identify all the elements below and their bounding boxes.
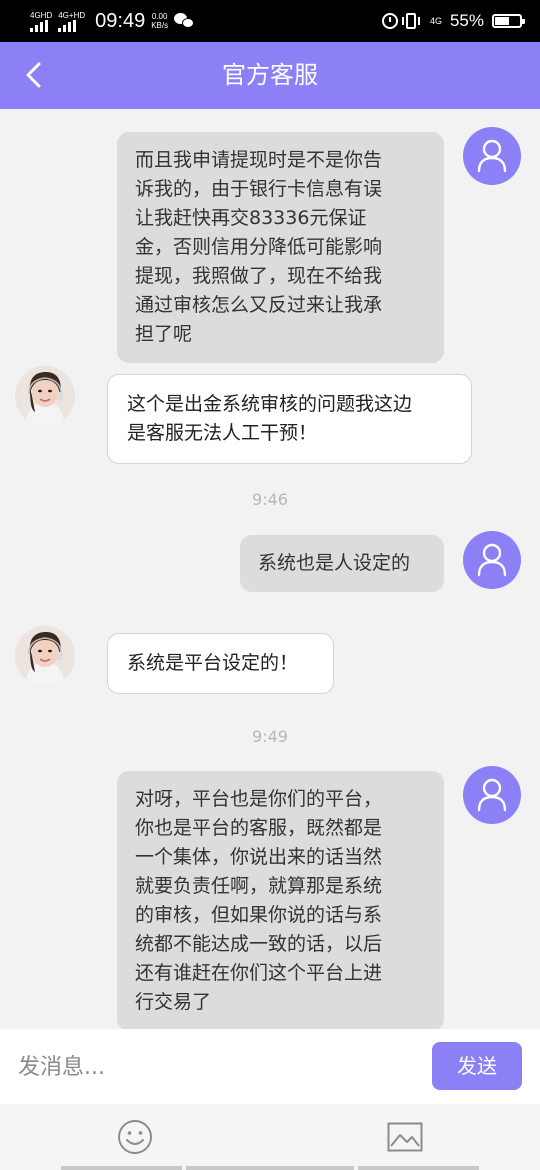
network-speed: 0.00 KB/s — [151, 12, 168, 30]
vibrate-icon — [401, 13, 420, 29]
send-button[interactable]: 发送 — [432, 1042, 522, 1090]
message-line: 就要负责任啊，就算那是系统 — [135, 875, 383, 897]
message-line: 的审核，但如果你说的话与系 — [135, 904, 383, 926]
message-line: 行交易了 — [135, 991, 212, 1013]
emoji-icon — [118, 1120, 152, 1154]
agent-avatar[interactable] — [15, 626, 75, 686]
message-timestamp: 9:46 — [252, 490, 288, 509]
user-avatar[interactable] — [463, 766, 521, 824]
user-avatar[interactable] — [463, 531, 521, 589]
speed-unit: KB/s — [151, 21, 169, 30]
tab-indicator — [358, 1166, 479, 1170]
alarm-icon — [381, 13, 398, 29]
emoji-button[interactable] — [117, 1119, 153, 1155]
message-line: 你也是平台的客服，既然都是 — [135, 817, 383, 839]
user-icon — [477, 543, 507, 577]
message-bubble-agent[interactable]: 这个是出金系统审核的问题我这边 是客服无法人工干预！ — [107, 374, 472, 464]
message-input[interactable] — [18, 1047, 398, 1087]
page-title: 官方客服 — [222, 61, 318, 89]
speed-value: 0.00 — [151, 12, 168, 21]
input-toolbar — [0, 1104, 540, 1170]
agent-photo — [15, 626, 75, 686]
tab-indicator — [61, 1166, 182, 1170]
status-time: 09:49 — [95, 9, 146, 32]
message-bubble-user[interactable]: 对呀，平台也是你们的平台， 你也是平台的客服，既然都是 一个集体，你说出来的话当… — [117, 771, 444, 1031]
image-button[interactable] — [387, 1122, 423, 1152]
message-line: 是客服无法人工干预！ — [127, 422, 318, 444]
status-bar: 4GHD 4G+HD 09:49 0.00 KB/s 4G 55% — [0, 0, 540, 42]
agent-photo — [15, 366, 75, 426]
message-line: 让我赶快再交83336元保证 — [135, 207, 367, 229]
message-line: 诉我的，由于银行卡信息有误 — [135, 178, 383, 200]
image-icon — [387, 1122, 423, 1152]
signal-icon-2: 4G+HD — [58, 11, 85, 32]
user-icon — [477, 139, 507, 173]
agent-avatar[interactable] — [15, 366, 75, 426]
message-bubble-user[interactable]: 而且我申请提现时是不是你告 诉我的，由于银行卡信息有误 让我赶快再交83336元… — [117, 132, 444, 363]
input-bar: 发送 — [0, 1029, 540, 1104]
message-line: 还有谁赶在你们这个平台上进 — [135, 962, 383, 984]
network-type: 4G — [429, 16, 442, 26]
message-line: 这个是出金系统审核的问题我这边 — [127, 393, 413, 415]
user-icon — [477, 778, 507, 812]
message-timestamp: 9:49 — [252, 727, 288, 746]
signal-icon: 4GHD — [30, 11, 52, 32]
message-line: 提现，我照做了，现在不给我 — [135, 265, 383, 287]
message-line: 统都不能达成一致的话，以后 — [135, 933, 383, 955]
message-line: 金，否则信用分降低可能影响 — [135, 236, 383, 258]
message-bubble-user[interactable]: 系统也是人设定的 — [240, 535, 444, 592]
wechat-icon — [174, 13, 195, 29]
network2-label: 4G+HD — [58, 10, 86, 20]
tab-indicator — [186, 1166, 354, 1170]
message-bubble-agent[interactable]: 系统是平台设定的！ — [107, 633, 334, 694]
battery-percent: 55% — [449, 11, 484, 30]
user-avatar[interactable] — [463, 127, 521, 185]
message-line: 对呀，平台也是你们的平台， — [135, 788, 383, 810]
battery-icon — [492, 14, 525, 28]
message-line: 一个集体，你说出来的话当然 — [135, 846, 383, 868]
network1-label: 4GHD — [30, 10, 53, 20]
message-line: 系统也是人设定的 — [258, 552, 411, 574]
header-bar: 官方客服 — [0, 42, 540, 109]
message-line: 系统是平台设定的！ — [127, 652, 299, 674]
message-line: 担了呢 — [135, 323, 193, 345]
message-line: 通过审核怎么又反过来让我承 — [135, 294, 383, 316]
message-line: 而且我申请提现时是不是你告 — [135, 149, 383, 171]
